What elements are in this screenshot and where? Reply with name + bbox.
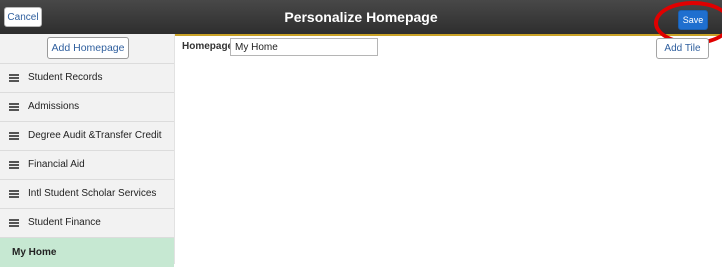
save-button[interactable]: Save xyxy=(678,10,708,30)
cancel-button[interactable]: Cancel xyxy=(4,7,42,27)
add-homepage-button[interactable]: Add Homepage xyxy=(47,37,129,59)
sidebar-item-my-home[interactable]: My Home xyxy=(0,238,174,267)
homepage-label: Homepage xyxy=(182,41,234,52)
header-bar: Cancel Personalize Homepage Save xyxy=(0,0,722,36)
add-homepage-row: Add Homepage xyxy=(0,34,174,64)
sidebar-item-label: Student Finance xyxy=(28,217,101,228)
homepage-name-input[interactable] xyxy=(230,38,378,56)
sidebar-item-label: Financial Aid xyxy=(28,159,85,170)
sidebar-item-admissions[interactable]: Admissions xyxy=(0,93,174,122)
sidebar-item-label: Student Records xyxy=(28,72,103,83)
sidebar-item-financial-aid[interactable]: Financial Aid xyxy=(0,151,174,180)
sidebar-item-student-records[interactable]: Student Records xyxy=(0,64,174,93)
add-tile-button[interactable]: Add Tile xyxy=(656,38,709,59)
sidebar-item-label: My Home xyxy=(12,247,57,258)
drag-handle-icon[interactable] xyxy=(9,74,19,82)
sidebar: Add Homepage Student Records Admissions … xyxy=(0,34,175,267)
sidebar-item-label: Intl Student Scholar Services xyxy=(28,188,157,199)
page-title: Personalize Homepage xyxy=(284,9,438,25)
drag-handle-icon[interactable] xyxy=(9,190,19,198)
drag-handle-icon[interactable] xyxy=(9,132,19,140)
drag-handle-icon[interactable] xyxy=(9,161,19,169)
sidebar-item-degree-audit[interactable]: Degree Audit &Transfer Credit xyxy=(0,122,174,151)
sidebar-item-label: Admissions xyxy=(28,101,80,112)
sidebar-item-label: Degree Audit &Transfer Credit xyxy=(28,130,162,141)
drag-handle-icon[interactable] xyxy=(9,103,19,111)
sidebar-item-intl-student-scholar-services[interactable]: Intl Student Scholar Services xyxy=(0,180,174,209)
sidebar-item-student-finance[interactable]: Student Finance xyxy=(0,209,174,238)
drag-handle-icon[interactable] xyxy=(9,219,19,227)
